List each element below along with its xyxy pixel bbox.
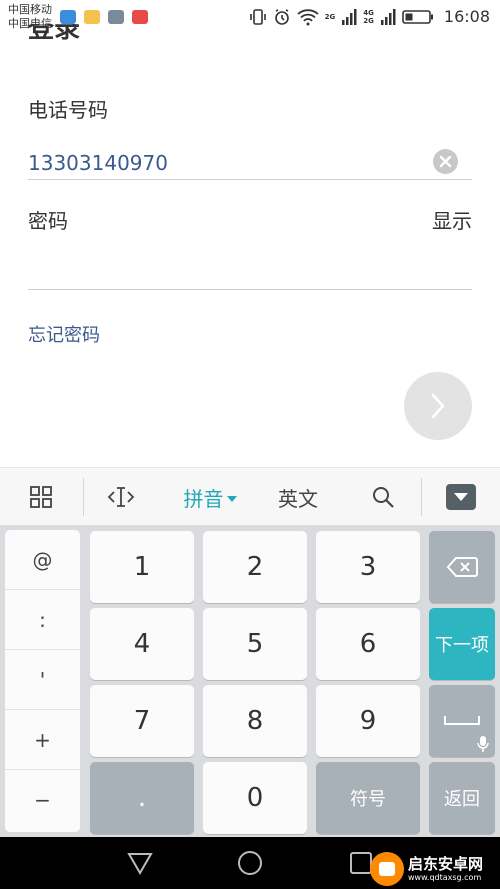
- back-icon[interactable]: [126, 850, 154, 876]
- watermark: 启东安卓网 www.qdtaxsg.com: [370, 848, 500, 889]
- watermark-logo-icon: [370, 851, 404, 886]
- return-key-label: 返回: [444, 789, 480, 810]
- phone-input-underline: [28, 179, 472, 180]
- symbol-key-at[interactable]: @: [5, 530, 80, 590]
- key-5[interactable]: 5: [203, 608, 307, 680]
- pinyin-mode-button[interactable]: 拼音: [170, 468, 250, 526]
- app-notification-icon: [132, 10, 148, 24]
- numeric-keyboard: @ : ' + − 1 2 3 4 5 6 下一项 7 8 9 . 0 符号 返…: [0, 525, 500, 837]
- return-key[interactable]: 返回: [429, 762, 495, 834]
- symbol-key-apostrophe[interactable]: ': [5, 650, 80, 710]
- next-button[interactable]: [404, 372, 472, 440]
- hide-keyboard-button[interactable]: [422, 468, 500, 526]
- symbol-key-colon[interactable]: :: [5, 590, 80, 650]
- symbol-key[interactable]: 符号: [316, 762, 420, 834]
- key-3[interactable]: 3: [316, 531, 420, 603]
- search-icon: [373, 487, 394, 508]
- space-key[interactable]: [429, 685, 495, 757]
- watermark-name: 启东安卓网: [408, 854, 484, 873]
- backspace-key[interactable]: [429, 531, 495, 603]
- gallery-notification-icon: [108, 10, 124, 24]
- wifi-icon: [297, 8, 319, 25]
- key-8[interactable]: 8: [203, 685, 307, 757]
- collapse-keyboard-icon: [446, 484, 476, 510]
- password-label: 密码: [28, 209, 68, 233]
- home-icon[interactable]: [236, 850, 264, 876]
- grid-icon: [30, 486, 52, 508]
- status-icons: 2G 4G 2G 16:08: [249, 7, 490, 26]
- app-notification-icon: [84, 10, 100, 24]
- key-7[interactable]: 7: [90, 685, 194, 757]
- clock: 16:08: [443, 7, 490, 26]
- vibrate-icon: [249, 8, 266, 25]
- phone-input[interactable]: 13303140970: [28, 151, 168, 175]
- battery-icon: [402, 9, 433, 24]
- pinyin-label: 拼音: [183, 486, 224, 511]
- key-2[interactable]: 2: [203, 531, 307, 603]
- app-notification-icon: [60, 10, 76, 24]
- network-type-label: 2G: [363, 16, 374, 25]
- alarm-icon: [274, 8, 289, 25]
- symbol-key-plus[interactable]: +: [5, 710, 80, 770]
- keyboard-search-button[interactable]: [350, 468, 416, 526]
- dot-key[interactable]: .: [90, 762, 194, 834]
- forgot-password-link[interactable]: 忘记密码: [28, 321, 100, 347]
- close-icon: [439, 155, 452, 168]
- password-input[interactable]: [28, 240, 472, 288]
- password-input-underline: [28, 289, 472, 290]
- chevron-right-icon: [431, 393, 445, 419]
- space-icon: [444, 716, 480, 725]
- cursor-move-icon: [107, 487, 135, 507]
- carrier-1: 中国移动: [8, 3, 52, 16]
- show-password-button[interactable]: 显示: [432, 205, 472, 234]
- watermark-url: www.qdtaxsg.com: [408, 872, 482, 882]
- notification-icons: [60, 10, 148, 24]
- symbol-column: @ : ' + −: [5, 530, 80, 832]
- next-item-key[interactable]: 下一项: [429, 608, 495, 680]
- keyboard-toolbar: 拼音 英文: [0, 467, 500, 525]
- page-title: 登录: [28, 24, 81, 42]
- cursor-button[interactable]: [84, 468, 158, 526]
- microphone-icon: [477, 736, 489, 752]
- signal-icon: [380, 8, 396, 25]
- caret-down-icon: [226, 496, 237, 502]
- symbol-key-minus[interactable]: −: [5, 770, 80, 830]
- signal-icon: [342, 8, 357, 25]
- watermark-text: 启东安卓网 www.qdtaxsg.com: [408, 855, 483, 883]
- network-type-stack: 4G 2G: [363, 9, 374, 25]
- key-6[interactable]: 6: [316, 608, 420, 680]
- clear-input-button[interactable]: [433, 149, 458, 174]
- key-4[interactable]: 4: [90, 608, 194, 680]
- key-9[interactable]: 9: [316, 685, 420, 757]
- key-1[interactable]: 1: [90, 531, 194, 603]
- backspace-icon: [446, 557, 478, 577]
- english-mode-button[interactable]: 英文: [258, 468, 338, 526]
- network-type-label: 4G: [363, 8, 374, 17]
- phone-label: 电话号码: [28, 98, 108, 122]
- key-0[interactable]: 0: [203, 762, 307, 834]
- symbol-key-label: 符号: [350, 789, 386, 810]
- network-type-label: 2G: [324, 12, 336, 21]
- keyboard-menu-button[interactable]: [0, 468, 82, 526]
